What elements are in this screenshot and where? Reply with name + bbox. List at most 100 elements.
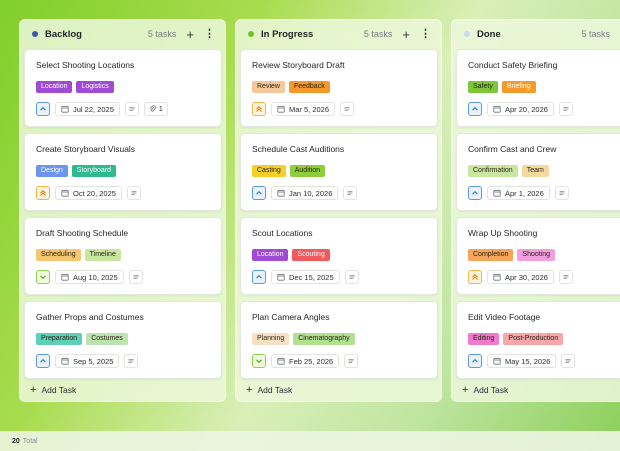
status-dot-icon xyxy=(32,31,38,37)
tag: Timeline xyxy=(84,249,121,261)
add-task-label: Add Task xyxy=(473,385,509,395)
card-title: Draft Shooting Schedule xyxy=(36,228,129,238)
due-date-label: Feb 25, 2026 xyxy=(289,356,334,366)
description-icon[interactable] xyxy=(128,270,143,284)
due-date-label: Dec 15, 2025 xyxy=(289,272,334,282)
task-card[interactable]: Select Shooting Locations Location Logis… xyxy=(24,49,222,127)
card-title: Wrap Up Shooting xyxy=(468,228,538,238)
due-date[interactable]: Jul 22, 2025 xyxy=(55,102,120,116)
attachment-count[interactable]: 1 xyxy=(143,102,168,116)
calendar-icon xyxy=(493,357,501,365)
due-date[interactable]: May 15, 2026 xyxy=(487,354,557,368)
tag: Casting xyxy=(252,165,286,177)
due-date[interactable]: Mar 5, 2026 xyxy=(271,102,336,116)
priority-low-icon[interactable] xyxy=(36,270,50,284)
priority-medium-icon[interactable] xyxy=(468,102,482,116)
priority-medium-icon[interactable] xyxy=(468,186,482,200)
due-date[interactable]: Apr 30, 2026 xyxy=(487,270,554,284)
description-icon[interactable] xyxy=(561,354,576,368)
kanban-board: Backlog 5 tasks + ⋮ Select Shooting Loca… xyxy=(0,0,620,431)
calendar-icon xyxy=(493,189,501,197)
task-card[interactable]: Wrap Up Shooting Completion Shooting Apr… xyxy=(456,217,620,295)
tag: Confirmation xyxy=(468,165,518,177)
task-card[interactable]: Conduct Safety Briefing Safety Briefing … xyxy=(456,49,620,127)
calendar-icon xyxy=(493,273,501,281)
due-date-label: May 15, 2026 xyxy=(505,356,551,366)
more-vertical-icon[interactable]: ⋮ xyxy=(420,28,431,40)
tag: Logistics xyxy=(76,81,114,93)
column-title: Done xyxy=(477,28,501,40)
due-date[interactable]: Feb 25, 2026 xyxy=(271,354,340,368)
description-icon[interactable] xyxy=(344,270,359,284)
tag: Feedback xyxy=(288,81,330,93)
due-date[interactable]: Dec 15, 2025 xyxy=(271,270,340,284)
priority-medium-icon[interactable] xyxy=(468,354,482,368)
status-bar: 20 Total xyxy=(0,431,620,451)
description-icon[interactable] xyxy=(126,186,141,200)
task-card[interactable]: Edit Video Footage Editing Post-Producti… xyxy=(456,301,620,379)
add-task-button[interactable]: + Add Task xyxy=(452,377,620,401)
task-card[interactable]: Create Storyboard Visuals Design Storybo… xyxy=(24,133,222,211)
tag: Completion xyxy=(468,249,514,261)
due-date[interactable]: Oct 20, 2025 xyxy=(55,186,122,200)
add-icon[interactable]: + xyxy=(402,28,410,41)
add-task-button[interactable]: + Add Task xyxy=(236,377,441,401)
priority-high-icon[interactable] xyxy=(468,270,482,284)
due-date[interactable]: Apr 1, 2026 xyxy=(487,186,550,200)
task-card[interactable]: Draft Shooting Schedule Scheduling Timel… xyxy=(24,217,222,295)
description-icon[interactable] xyxy=(558,270,573,284)
description-icon[interactable] xyxy=(340,102,355,116)
tag: Scheduling xyxy=(36,249,81,261)
task-card[interactable]: Confirm Cast and Crew Confirmation Team … xyxy=(456,133,620,211)
task-card[interactable]: Scout Locations Location Scouting Dec 15… xyxy=(240,217,438,295)
due-date[interactable]: Sep 5, 2025 xyxy=(55,354,120,368)
priority-medium-icon[interactable] xyxy=(252,270,266,284)
add-icon[interactable]: + xyxy=(186,28,194,41)
paperclip-icon xyxy=(149,105,156,112)
tag: Safety xyxy=(468,81,498,93)
card-title: Schedule Cast Auditions xyxy=(252,144,345,154)
status-dot-icon xyxy=(464,31,470,37)
calendar-icon xyxy=(61,105,69,113)
calendar-icon xyxy=(61,189,69,197)
priority-low-icon[interactable] xyxy=(252,354,266,368)
priority-medium-icon[interactable] xyxy=(252,186,266,200)
add-task-label: Add Task xyxy=(41,385,77,395)
task-card[interactable]: Gather Props and Costumes Preparation Co… xyxy=(24,301,222,379)
priority-medium-icon[interactable] xyxy=(36,102,50,116)
tag: Preparation xyxy=(36,333,83,345)
priority-high-icon[interactable] xyxy=(36,186,50,200)
due-date-label: Sep 5, 2025 xyxy=(73,356,114,366)
due-date-label: Apr 20, 2026 xyxy=(505,104,548,114)
calendar-icon xyxy=(61,273,69,281)
card-title: Gather Props and Costumes xyxy=(36,312,144,322)
total-label: Total xyxy=(22,437,38,445)
description-icon[interactable] xyxy=(343,186,358,200)
description-icon[interactable] xyxy=(558,102,573,116)
description-icon[interactable] xyxy=(554,186,569,200)
tag: Design xyxy=(36,165,68,177)
column-in-progress: In Progress 5 tasks + ⋮ Review Storyboar… xyxy=(235,19,442,402)
due-date-label: Apr 1, 2026 xyxy=(505,188,544,198)
column-backlog: Backlog 5 tasks + ⋮ Select Shooting Loca… xyxy=(19,19,226,402)
task-card[interactable]: Review Storyboard Draft Review Feedback … xyxy=(240,49,438,127)
due-date[interactable]: Aug 10, 2025 xyxy=(55,270,124,284)
total-count: 20 xyxy=(12,437,20,445)
task-card[interactable]: Schedule Cast Auditions Casting Audition… xyxy=(240,133,438,211)
calendar-icon xyxy=(493,105,501,113)
more-vertical-icon[interactable]: ⋮ xyxy=(204,28,215,40)
task-card[interactable]: Plan Camera Angles Planning Cinematograp… xyxy=(240,301,438,379)
card-title: Select Shooting Locations xyxy=(36,60,135,70)
priority-medium-icon[interactable] xyxy=(36,354,50,368)
card-title: Conduct Safety Briefing xyxy=(468,60,558,70)
description-icon[interactable] xyxy=(124,354,139,368)
description-icon[interactable] xyxy=(124,102,139,116)
add-task-button[interactable]: + Add Task xyxy=(20,377,225,401)
due-date[interactable]: Jan 10, 2026 xyxy=(271,186,339,200)
priority-high-icon[interactable] xyxy=(252,102,266,116)
plus-icon: + xyxy=(462,384,469,396)
tag: Costumes xyxy=(86,333,128,345)
description-icon[interactable] xyxy=(344,354,359,368)
due-date[interactable]: Apr 20, 2026 xyxy=(487,102,554,116)
tag: Planning xyxy=(252,333,290,345)
